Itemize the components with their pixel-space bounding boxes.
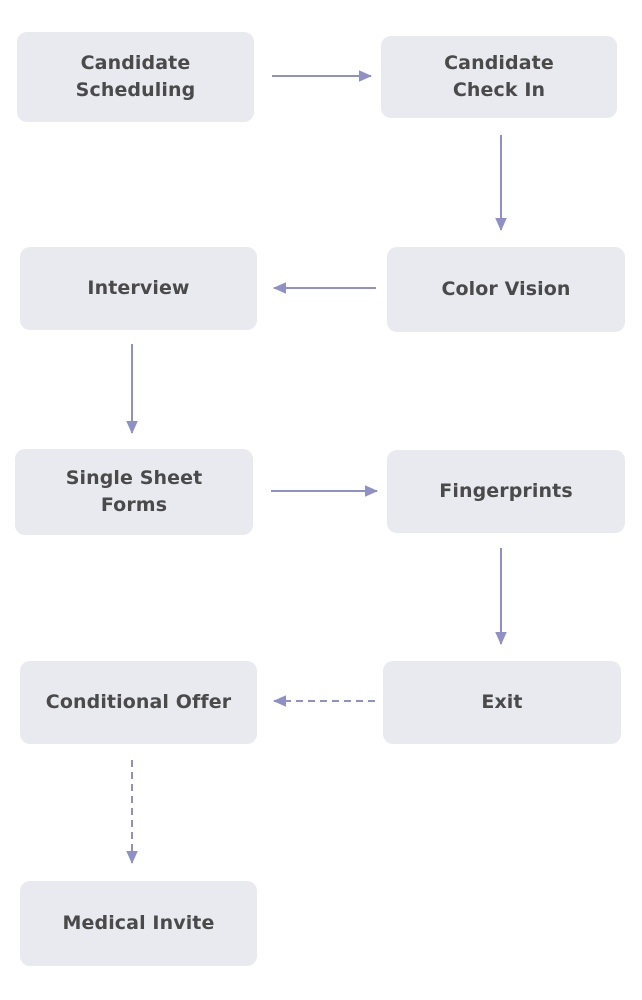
flowchart-canvas: Candidate Scheduling Candidate Check In … — [0, 0, 642, 1000]
node-candidate-scheduling[interactable]: Candidate Scheduling — [17, 32, 254, 122]
node-fingerprints[interactable]: Fingerprints — [387, 450, 625, 533]
node-interview[interactable]: Interview — [20, 247, 257, 330]
node-exit[interactable]: Exit — [383, 661, 621, 744]
node-medical-invite[interactable]: Medical Invite — [20, 881, 257, 966]
node-candidate-check-in[interactable]: Candidate Check In — [381, 36, 617, 118]
node-conditional-offer[interactable]: Conditional Offer — [20, 661, 257, 744]
node-color-vision[interactable]: Color Vision — [387, 247, 625, 332]
node-single-sheet-forms[interactable]: Single Sheet Forms — [15, 449, 253, 535]
